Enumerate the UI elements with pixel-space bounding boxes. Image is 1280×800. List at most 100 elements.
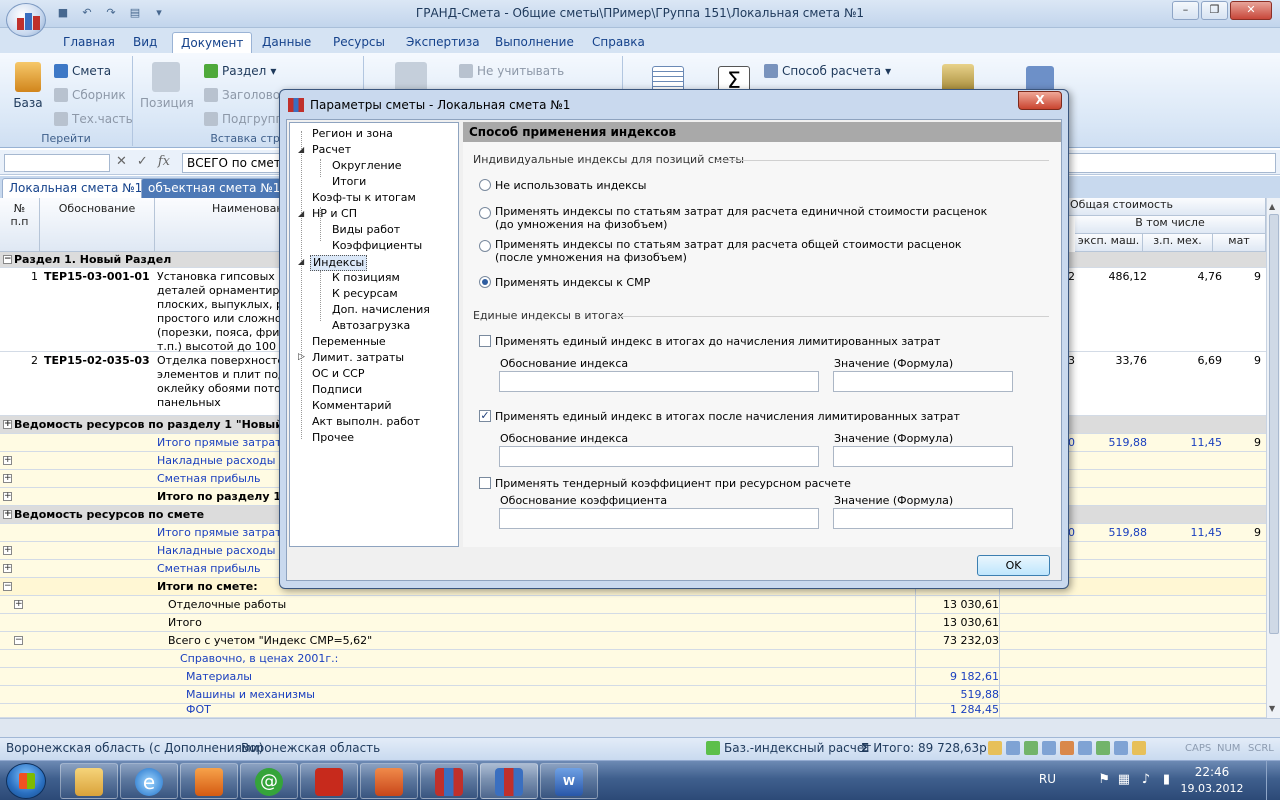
tree-item-to-resources[interactable]: К ресурсам — [332, 287, 398, 301]
start-button[interactable] — [6, 763, 46, 799]
taskbar-agent[interactable]: @ — [240, 763, 298, 799]
cancel-x-icon[interactable]: ✕ — [116, 154, 127, 169]
checkbox-after-limits-label[interactable]: Применять единый индекс в итогах после н… — [495, 410, 960, 423]
collapse-icon[interactable]: − — [3, 255, 12, 264]
radio-smr-index[interactable] — [479, 276, 491, 288]
tab-expertise[interactable]: Экспертиза — [406, 32, 480, 53]
tree-item-coefficients[interactable]: Коэффициенты — [332, 239, 422, 253]
tab-help[interactable]: Справка — [592, 32, 645, 53]
function-icon[interactable]: fx — [158, 154, 170, 169]
view-icon[interactable] — [1006, 741, 1020, 755]
value-formula-input-3[interactable] — [833, 508, 1013, 529]
value-formula-input-1[interactable] — [833, 371, 1013, 392]
tree-item-other[interactable]: Прочее — [312, 431, 354, 445]
taskbar-grand1[interactable] — [420, 763, 478, 799]
tree-item-comment[interactable]: Комментарий — [312, 399, 392, 413]
cell-reference-input[interactable] — [4, 154, 110, 172]
collapse-icon[interactable]: − — [14, 636, 23, 645]
scroll-down-icon[interactable]: ▼ — [1269, 704, 1278, 714]
radio-unit-cost[interactable] — [479, 207, 491, 219]
expand-icon[interactable]: + — [14, 600, 23, 609]
tab-resources[interactable]: Ресурсы — [333, 32, 385, 53]
expand-icon[interactable]: + — [3, 546, 12, 555]
tab-data[interactable]: Данные — [262, 32, 311, 53]
taskbar-media[interactable] — [180, 763, 238, 799]
col-header-num[interactable]: № п.п — [0, 198, 40, 252]
checkbox-before-limits[interactable] — [479, 335, 491, 347]
taskbar-pdf[interactable] — [300, 763, 358, 799]
col-header-total[interactable]: Общая стоимость — [1060, 198, 1266, 216]
network-icon[interactable]: ▦ — [1118, 772, 1130, 787]
status-calc-method[interactable]: Баз.-индексный расчет — [706, 741, 871, 755]
col-header-basis[interactable]: Обоснование — [40, 198, 155, 252]
expand-icon[interactable]: + — [3, 564, 12, 573]
close-button[interactable]: ✕ — [1230, 1, 1272, 20]
techpart-button[interactable]: Тех.часть — [54, 112, 133, 126]
tree-item-os-ssr[interactable]: ОС и ССР — [312, 367, 364, 381]
tab-execution[interactable]: Выполнение — [495, 32, 574, 53]
table-row[interactable]: − Всего с учетом "Индекс СМР=5,62" 73 23… — [0, 632, 1266, 650]
horizontal-scrollbar[interactable] — [0, 718, 1280, 737]
tree-item-to-positions[interactable]: К позициям — [332, 271, 400, 285]
view-icon[interactable] — [1042, 741, 1056, 755]
volume-icon[interactable]: ♪ — [1142, 772, 1150, 787]
dialog-close-button[interactable]: X — [1018, 91, 1062, 110]
tree-collapse-icon[interactable]: ◢ — [298, 145, 304, 154]
smeta-button[interactable]: Смета — [54, 64, 111, 78]
view-icon[interactable] — [988, 741, 1002, 755]
basis-index-input-1[interactable] — [499, 371, 819, 392]
taskbar-explorer[interactable] — [60, 763, 118, 799]
podgruppa-button[interactable]: Подгрупп — [204, 112, 283, 126]
tree-item-rounding[interactable]: Округление — [332, 159, 401, 173]
radio-total-cost-label[interactable]: Применять индексы по статьям затрат для … — [495, 238, 962, 251]
ok-button[interactable]: OK — [977, 555, 1050, 576]
tree-collapse-icon[interactable]: ◢ — [298, 209, 304, 218]
razdel-button[interactable]: Раздел ▾ — [204, 64, 276, 78]
table-row[interactable]: Итого 13 030,61 — [0, 614, 1266, 632]
tree-item-total-coefs[interactable]: Коэф-ты к итогам — [312, 191, 416, 205]
view-icon[interactable] — [1024, 741, 1038, 755]
tab-object-smeta[interactable]: объектная смета №1 — [141, 178, 288, 198]
scroll-thumb[interactable] — [1269, 214, 1279, 634]
tree-expand-icon[interactable]: ▷ — [298, 352, 305, 362]
table-row[interactable]: Материалы 9 182,61 — [0, 668, 1266, 686]
show-desktop-button[interactable] — [1266, 761, 1280, 800]
table-row[interactable]: ФОТ 1 284,45 — [0, 704, 1266, 718]
col-header-zp[interactable]: з.п. мех. — [1143, 234, 1213, 252]
vertical-scrollbar[interactable]: ▲ ▼ — [1266, 198, 1280, 718]
restore-button[interactable]: ❐ — [1201, 1, 1228, 20]
taskbar-powerpoint[interactable] — [360, 763, 418, 799]
clock-time[interactable]: 22:46 — [1182, 765, 1242, 779]
tree-item-calc[interactable]: Расчет — [312, 143, 351, 157]
app-logo-icon[interactable] — [6, 3, 46, 37]
taskbar-word[interactable]: W — [540, 763, 598, 799]
radio-smr-index-label[interactable]: Применять индексы к СМР — [495, 276, 650, 289]
tree-item-work-types[interactable]: Виды работ — [332, 223, 400, 237]
basis-index-input-2[interactable] — [499, 446, 819, 467]
expand-icon[interactable]: + — [3, 420, 12, 429]
tab-local-smeta[interactable]: Локальная смета №1 — [2, 178, 150, 198]
position-button[interactable]: Позиция — [140, 62, 194, 110]
tree-item-signatures[interactable]: Подписи — [312, 383, 362, 397]
tab-document[interactable]: Документ — [172, 32, 253, 53]
basis-coef-input[interactable] — [499, 508, 819, 529]
tree-item-extra-charges[interactable]: Доп. начисления — [332, 303, 430, 317]
tree-item-totals[interactable]: Итоги — [332, 175, 366, 189]
tree-item-act[interactable]: Акт выполн. работ — [312, 415, 420, 429]
table-row[interactable]: Машины и механизмы 519,88 — [0, 686, 1266, 704]
view-icon[interactable] — [1096, 741, 1110, 755]
view-icon[interactable] — [1114, 741, 1128, 755]
collapse-icon[interactable]: − — [3, 582, 12, 591]
tab-home[interactable]: Главная — [63, 32, 115, 53]
radio-total-cost[interactable] — [479, 240, 491, 252]
tree-item-nr-sp[interactable]: НР и СП — [312, 207, 357, 221]
tree-collapse-icon[interactable]: ◢ — [298, 257, 304, 266]
radio-unit-cost-label[interactable]: Применять индексы по статьям затрат для … — [495, 205, 987, 218]
taskbar-grand2[interactable] — [480, 763, 538, 799]
signal-icon[interactable]: ▮ — [1163, 772, 1170, 787]
value-formula-input-2[interactable] — [833, 446, 1013, 467]
minimize-button[interactable]: – — [1172, 1, 1199, 20]
language-indicator[interactable]: RU — [1039, 772, 1056, 786]
table-row[interactable]: + Отделочные работы 13 030,61 — [0, 596, 1266, 614]
checkbox-before-limits-label[interactable]: Применять единый индекс в итогах до начи… — [495, 335, 940, 348]
